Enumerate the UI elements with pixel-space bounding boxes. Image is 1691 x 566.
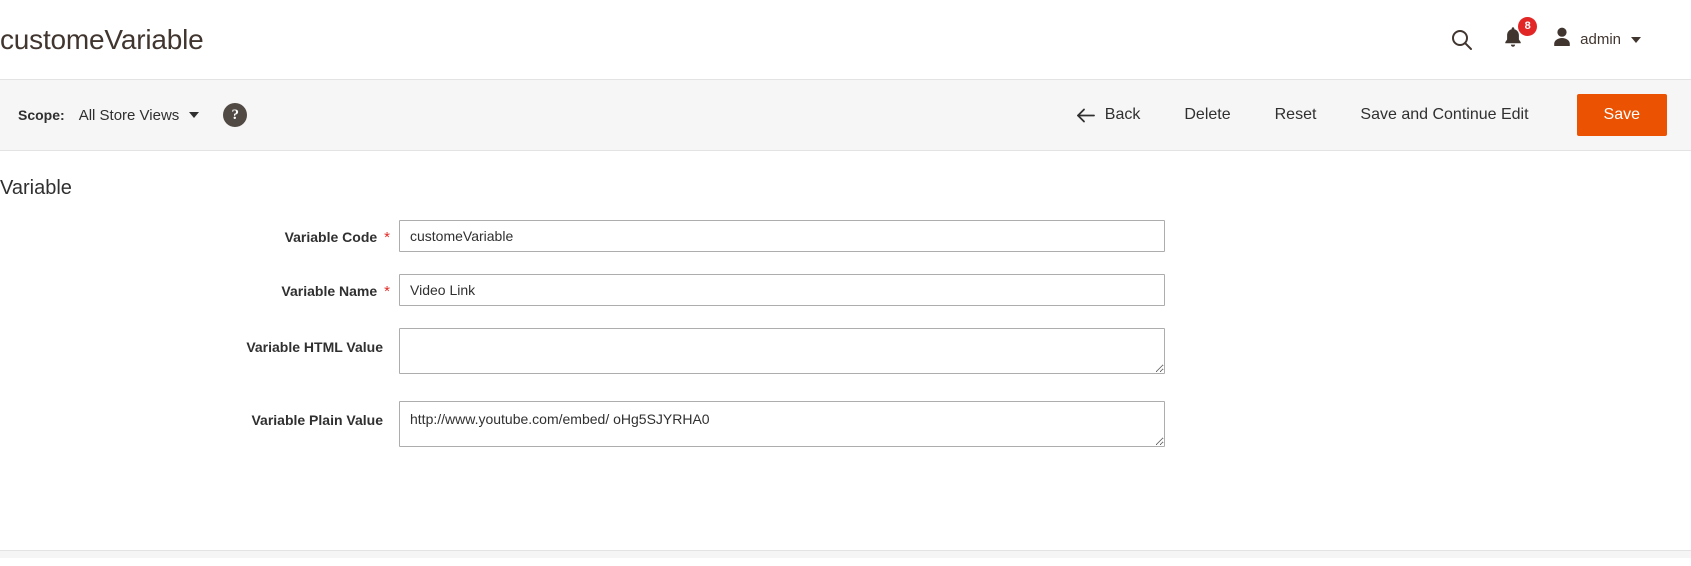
page-content: Variable Variable Code * Variable Name * <box>0 151 1691 558</box>
account-menu[interactable]: admin <box>1552 26 1641 53</box>
delete-button-label: Delete <box>1184 106 1231 123</box>
notifications-button[interactable]: 8 <box>1502 17 1538 54</box>
field-label-wrapper: Variable Name * <box>0 274 390 299</box>
footer-divider <box>0 550 1691 558</box>
account-name: admin <box>1580 31 1621 48</box>
help-icon[interactable]: ? <box>223 103 248 127</box>
field-variable-code: Variable Code * <box>0 220 1691 252</box>
section-title: Variable <box>0 177 72 199</box>
variable-plain-value-textarea[interactable] <box>399 401 1165 447</box>
page-title: customeVariable <box>0 23 204 55</box>
scope-label: Scope: <box>18 107 65 123</box>
field-variable-plain-value: Variable Plain Value <box>0 401 1691 452</box>
page-actions-toolbar: Scope: All Store Views ? Back Delete Res… <box>0 79 1691 151</box>
field-control-wrapper <box>390 328 1165 379</box>
field-label-wrapper: Variable Plain Value <box>0 401 390 428</box>
reset-button-label: Reset <box>1274 106 1317 123</box>
variable-code-input[interactable] <box>399 220 1165 252</box>
field-variable-name: Variable Name * <box>0 274 1691 306</box>
page-header: customeVariable 8 admin <box>0 0 1691 79</box>
store-view-select[interactable]: All Store Views <box>79 107 200 124</box>
save-and-continue-edit-button[interactable]: Save and Continue Edit <box>1338 98 1550 132</box>
variable-code-label: Variable Code <box>284 229 378 245</box>
variable-name-label: Variable Name <box>281 283 378 299</box>
reset-button[interactable]: Reset <box>1253 98 1339 132</box>
save-button[interactable]: Save <box>1576 94 1667 136</box>
variable-html-value-textarea[interactable] <box>399 328 1165 374</box>
user-avatar-icon <box>1552 26 1572 53</box>
field-control-wrapper <box>390 274 1165 306</box>
field-variable-html-value: Variable HTML Value <box>0 328 1691 379</box>
back-button[interactable]: Back <box>1054 98 1163 132</box>
variable-plain-value-label: Variable Plain Value <box>251 412 383 428</box>
variable-name-input[interactable] <box>399 274 1165 306</box>
search-icon[interactable] <box>1450 28 1474 52</box>
arrow-left-icon <box>1076 108 1095 123</box>
store-view-selected-value: All Store Views <box>78 106 180 124</box>
toolbar-buttons: Back Delete Reset Save and Continue Edit… <box>1054 94 1667 136</box>
variable-html-value-label: Variable HTML Value <box>246 339 383 355</box>
back-button-label: Back <box>1104 106 1141 123</box>
field-control-wrapper <box>390 401 1165 452</box>
field-label-wrapper: Variable HTML Value <box>0 328 390 355</box>
header-actions: 8 admin <box>1450 17 1667 54</box>
save-and-continue-edit-label: Save and Continue Edit <box>1360 106 1529 123</box>
chevron-down-icon <box>1631 36 1641 43</box>
notification-count-badge: 8 <box>1518 17 1538 36</box>
field-control-wrapper <box>390 220 1165 252</box>
field-label-wrapper: Variable Code * <box>0 220 390 245</box>
chevron-down-icon <box>189 112 200 118</box>
scope-switcher: Scope: All Store Views ? <box>18 103 248 127</box>
variable-form: Variable Code * Variable Name * Variable… <box>0 200 1691 452</box>
delete-button[interactable]: Delete <box>1162 98 1252 132</box>
